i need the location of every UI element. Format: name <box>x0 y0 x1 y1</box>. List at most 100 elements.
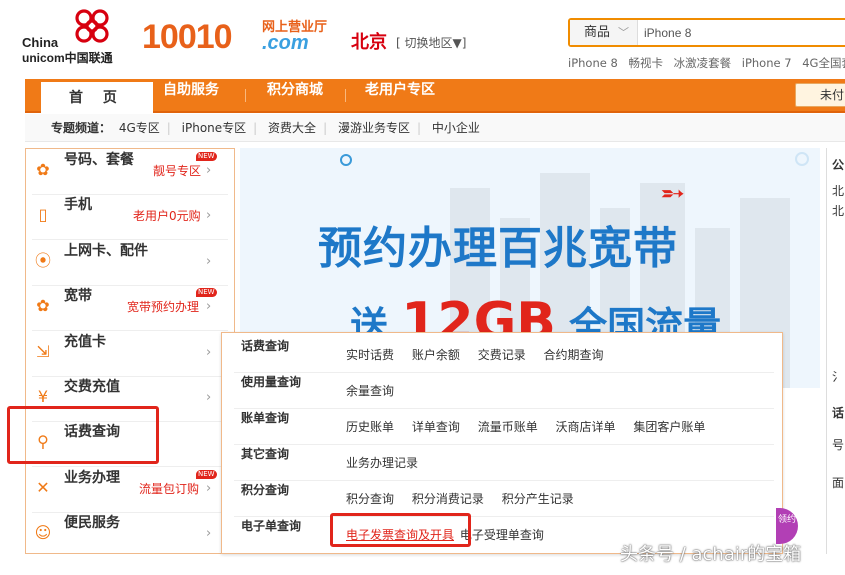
dropdown-category: 其它查询 <box>241 447 290 461</box>
highlight-box-e-invoice <box>330 513 471 547</box>
dropdown-row: 话费查询 实时话费 账户余额 交费记录 合约期查询 <box>222 337 782 373</box>
chevron-right-icon: › <box>206 299 212 314</box>
menu-item-promo[interactable]: 靓号专区 <box>153 149 201 193</box>
special-link[interactable]: 中小企业 <box>432 121 480 135</box>
gear-icon: ✿ <box>36 296 50 315</box>
special-channels-label: 专题频道： <box>51 121 112 135</box>
highlight-box-bill-query <box>7 406 159 464</box>
special-link[interactable]: 4G专区 <box>119 121 160 135</box>
hot-word[interactable]: iPhone 8 <box>568 56 618 70</box>
search-category-label: 商品 <box>584 25 611 40</box>
dropdown-link[interactable]: 交费记录 <box>478 348 526 362</box>
dropdown-link[interactable]: 积分查询 <box>346 492 394 506</box>
menu-item-phone[interactable]: ▯ 手机 老用户0元购 › <box>26 194 234 240</box>
search-input[interactable] <box>644 22 844 43</box>
menu-item-data-card[interactable]: ⦿ 上网卡、配件 › <box>26 240 234 286</box>
gear-icon: ✿ <box>36 160 50 179</box>
logo-text-cn: unicom中国联通 <box>22 51 113 65</box>
nav-old-user-zone[interactable]: 老用户专区 <box>365 79 435 111</box>
menu-item-promo[interactable]: 流量包订购 <box>139 467 199 511</box>
menu-item-convenience[interactable]: ☺ 便民服务 › <box>26 512 234 558</box>
menu-item-number-plan[interactable]: ✿ 号码、套餐 靓号专区 NEW › <box>26 149 234 195</box>
yen-icon: ¥ <box>37 387 49 406</box>
hot-word[interactable]: 冰激凌套餐 <box>674 56 732 70</box>
menu-item-promo[interactable]: 老用户0元购 <box>133 194 201 238</box>
hot-word[interactable]: 畅视卡 <box>628 56 663 70</box>
dropdown-link[interactable]: 业务办理记录 <box>346 456 418 470</box>
floating-badge[interactable]: 领约 <box>776 508 798 544</box>
dropdown-link[interactable]: 详单查询 <box>412 420 460 434</box>
right-line[interactable]: 北 <box>832 182 844 199</box>
unpaid-button[interactable]: 未付 <box>795 83 845 107</box>
nav-divider <box>345 89 346 102</box>
dropdown-row: 其它查询 业务办理记录 <box>222 445 782 481</box>
bill-query-dropdown: 话费查询 实时话费 账户余额 交费记录 合约期查询 使用量查询 余量查询 账单查… <box>221 332 783 554</box>
chevron-right-icon: › <box>206 481 212 496</box>
menu-item-label: 手机 <box>64 196 92 212</box>
dropdown-link[interactable]: 积分消费记录 <box>412 492 484 506</box>
menu-item-business[interactable]: ✕ 业务办理 流量包订购 NEW › <box>26 467 234 513</box>
dropdown-link[interactable]: 流量币账单 <box>478 420 538 434</box>
dropdown-link[interactable]: 余量查询 <box>346 384 394 398</box>
special-link[interactable]: 资费大全 <box>268 121 316 135</box>
search-category-select[interactable]: 商品 ﹀ <box>570 20 638 45</box>
chevron-right-icon: › <box>206 208 212 223</box>
chevron-right-icon: › <box>206 345 212 360</box>
dropdown-category: 账单查询 <box>241 411 290 425</box>
nav-home-tab[interactable]: 首 页 <box>41 82 153 113</box>
right-line[interactable]: 氵 <box>832 368 844 385</box>
category-menu: ✿ 号码、套餐 靓号专区 NEW › ▯ 手机 老用户0元购 › ⦿ 上网卡、配… <box>25 148 235 554</box>
search-box: 商品 ﹀ <box>568 18 845 47</box>
wifi-icon: ⦿ <box>34 251 51 270</box>
dropdown-category: 积分查询 <box>241 483 290 497</box>
right-column: 公 北 北 氵 话 号 面 <box>826 148 845 554</box>
switch-region-link[interactable]: [ 切换地区▼] <box>396 34 466 51</box>
right-line[interactable]: 面 <box>832 474 844 491</box>
menu-item-label: 上网卡、配件 <box>64 242 148 258</box>
dropdown-link[interactable]: 集团客户账单 <box>633 420 705 434</box>
main-nav: 首 页 自助服务 积分商城 老用户专区 未付 <box>25 79 845 113</box>
unicom-knot-icon <box>75 9 109 43</box>
tools-icon: ✕ <box>36 478 50 497</box>
nav-divider <box>245 89 246 102</box>
hot-search-words: iPhone 8 畅视卡 冰激凌套餐 iPhone 7 4G全国套餐 <box>568 55 845 71</box>
dropdown-category: 话费查询 <box>241 339 290 353</box>
dropdown-link[interactable]: 实时话费 <box>346 348 394 362</box>
divider: | <box>166 121 171 135</box>
chevron-right-icon: › <box>206 163 212 178</box>
menu-item-broadband[interactable]: ✿ 宽带 宽带预约办理 NEW › <box>26 285 234 331</box>
dropdown-row: 账单查询 历史账单 详单查询 流量币账单 沃商店详单 集团客户账单 <box>222 409 782 445</box>
dropdown-link[interactable]: 历史账单 <box>346 420 394 434</box>
watermark-text: 头条号 / achair的宝箱 <box>620 544 802 565</box>
menu-item-label: 宽带 <box>64 287 92 303</box>
dropdown-link[interactable]: 电子受理单查询 <box>460 528 544 542</box>
menu-item-promo[interactable]: 宽带预约办理 <box>127 285 199 329</box>
hot-word[interactable]: 4G全国套餐 <box>802 56 845 70</box>
chevron-right-icon: › <box>206 254 212 269</box>
dropdown-link[interactable]: 账户余额 <box>412 348 460 362</box>
current-city: 北京 <box>351 32 387 52</box>
special-link[interactable]: 漫游业务专区 <box>338 121 410 135</box>
menu-item-recharge-card[interactable]: ⇲ 充值卡 › <box>26 331 234 377</box>
dropdown-category: 电子单查询 <box>241 519 302 533</box>
dropdown-link[interactable]: 合约期查询 <box>544 348 604 362</box>
dropdown-row: 积分查询 积分查询 积分消费记录 积分产生记录 <box>222 481 782 517</box>
brand-com: .com <box>262 32 309 54</box>
recharge-icon: ⇲ <box>36 342 50 361</box>
right-line[interactable]: 北 <box>832 202 844 219</box>
dropdown-link[interactable]: 沃商店详单 <box>556 420 616 434</box>
right-line[interactable]: 号 <box>832 436 844 453</box>
divider: | <box>323 121 328 135</box>
nav-self-service[interactable]: 自助服务 <box>163 79 219 111</box>
dropdown-row: 使用量查询 余量查询 <box>222 373 782 409</box>
brand-number[interactable]: 10010 <box>142 18 233 57</box>
special-link[interactable]: iPhone专区 <box>182 121 247 135</box>
chevron-down-icon: ﹀ <box>618 26 629 39</box>
nav-points-mall[interactable]: 积分商城 <box>267 79 323 111</box>
service-icon: ☺ <box>34 523 52 542</box>
banner-title: 预约办理百兆宽带 <box>318 223 678 274</box>
dropdown-link[interactable]: 积分产生记录 <box>502 492 574 506</box>
china-unicom-logo[interactable]: China unicom中国联通 <box>22 6 132 65</box>
decor-circle <box>795 152 809 166</box>
hot-word[interactable]: iPhone 7 <box>742 56 792 70</box>
